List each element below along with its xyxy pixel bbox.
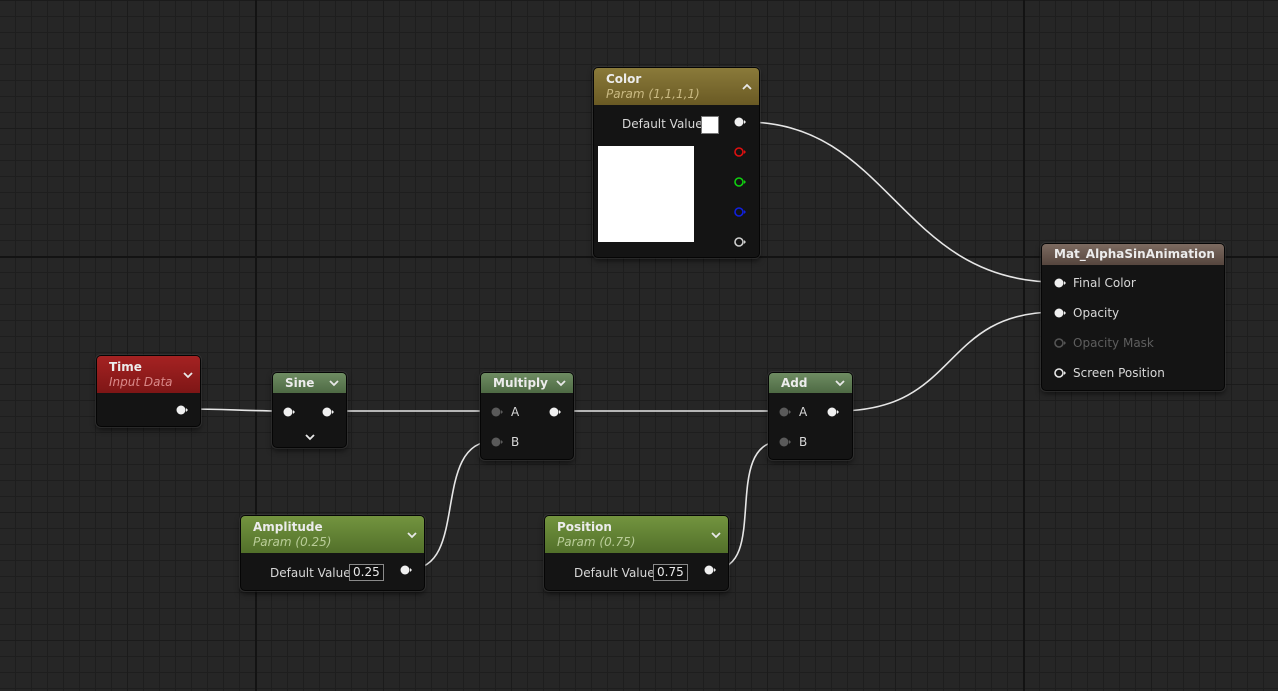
input-label-final-color: Final Color <box>1073 276 1136 290</box>
material-output-node[interactable]: Mat_AlphaSinAnimation Final Color Opacit… <box>1041 243 1225 391</box>
add-input-a-pin[interactable] <box>779 407 791 417</box>
pin-label-b: B <box>799 435 808 449</box>
amplitude-value-input[interactable]: 0.25 <box>349 564 384 581</box>
green-output-pin[interactable] <box>734 177 746 187</box>
node-title: Multiply <box>493 376 548 390</box>
sine-input-pin[interactable] <box>283 407 295 417</box>
amplitude-node-header[interactable]: Amplitude Param (0.25) <box>241 516 424 553</box>
time-node-header[interactable]: Time Input Data <box>97 356 200 393</box>
node-subtitle: Param (0.75) <box>557 535 636 549</box>
pin-label-b: B <box>511 435 520 449</box>
chevron-down-icon[interactable] <box>710 529 722 541</box>
default-value-label: Default Value <box>622 117 703 131</box>
amplitude-output-pin[interactable] <box>400 565 412 575</box>
expand-options-icon[interactable] <box>304 431 316 443</box>
color-node-header[interactable]: Color Param (1,1,1,1) <box>594 68 759 105</box>
opacity-input-pin[interactable] <box>1054 308 1066 318</box>
add-node-header[interactable]: Add <box>769 373 852 393</box>
node-title: Add <box>781 376 808 390</box>
node-subtitle: Param (0.25) <box>253 535 332 549</box>
default-value-label: Default Value <box>270 566 351 580</box>
add-input-b-pin[interactable] <box>779 437 791 447</box>
sine-node-header[interactable]: Sine <box>273 373 346 393</box>
multiply-input-b-pin[interactable] <box>491 437 503 447</box>
wire-time-to-sine <box>185 408 287 412</box>
color-swatch[interactable] <box>701 116 719 134</box>
position-output-pin[interactable] <box>704 565 716 575</box>
node-title: Amplitude <box>253 520 323 534</box>
node-title: Mat_AlphaSinAnimation <box>1054 247 1215 261</box>
multiply-output-pin[interactable] <box>549 407 561 417</box>
chevron-down-icon[interactable] <box>555 377 567 389</box>
alpha-output-pin[interactable] <box>734 237 746 247</box>
default-value-label: Default Value <box>574 566 655 580</box>
node-title: Position <box>557 520 612 534</box>
multiply-input-a-pin[interactable] <box>491 407 503 417</box>
time-node[interactable]: Time Input Data <box>96 355 201 427</box>
blue-output-pin[interactable] <box>734 207 746 217</box>
chevron-up-icon[interactable] <box>741 81 753 93</box>
input-label-screen-position: Screen Position <box>1073 366 1165 380</box>
wire-add-to-opacity <box>837 311 1057 412</box>
node-subtitle: Input Data <box>109 375 173 389</box>
pin-label-a: A <box>799 405 808 419</box>
input-label-opacity: Opacity <box>1073 306 1120 320</box>
multiply-node-header[interactable]: Multiply <box>481 373 573 393</box>
position-value-input[interactable]: 0.75 <box>653 564 688 581</box>
pin-label-a: A <box>511 405 520 419</box>
sine-output-pin[interactable] <box>322 407 334 417</box>
node-title: Time <box>109 360 142 374</box>
wire-color-to-final-color <box>745 121 1057 283</box>
position-node-header[interactable]: Position Param (0.75) <box>545 516 728 553</box>
amplitude-param-node[interactable]: Amplitude Param (0.25) Default Value 0.2… <box>240 515 425 591</box>
add-output-pin[interactable] <box>827 407 839 417</box>
material-node-header[interactable]: Mat_AlphaSinAnimation <box>1042 244 1224 265</box>
input-label-opacity-mask: Opacity Mask <box>1073 336 1154 350</box>
node-subtitle: Param (1,1,1,1) <box>606 87 700 101</box>
color-param-node[interactable]: Color Param (1,1,1,1) Default Value <box>593 67 760 258</box>
red-output-pin[interactable] <box>734 147 746 157</box>
sine-node[interactable]: Sine <box>272 372 347 448</box>
node-title: Color <box>606 72 642 86</box>
chevron-down-icon[interactable] <box>328 377 340 389</box>
color-preview <box>598 146 694 242</box>
position-param-node[interactable]: Position Param (0.75) Default Value 0.75 <box>544 515 729 591</box>
node-title: Sine <box>285 376 315 390</box>
time-output-pin[interactable] <box>176 405 188 415</box>
opacity-mask-input-pin[interactable] <box>1054 338 1066 348</box>
chevron-down-icon[interactable] <box>834 377 846 389</box>
screen-position-input-pin[interactable] <box>1054 368 1066 378</box>
multiply-node[interactable]: Multiply A B <box>480 372 574 460</box>
rgba-output-pin[interactable] <box>734 117 746 127</box>
add-node[interactable]: Add A B <box>768 372 853 460</box>
chevron-down-icon[interactable] <box>406 529 418 541</box>
chevron-down-icon[interactable] <box>182 369 194 381</box>
final-color-input-pin[interactable] <box>1054 278 1066 288</box>
